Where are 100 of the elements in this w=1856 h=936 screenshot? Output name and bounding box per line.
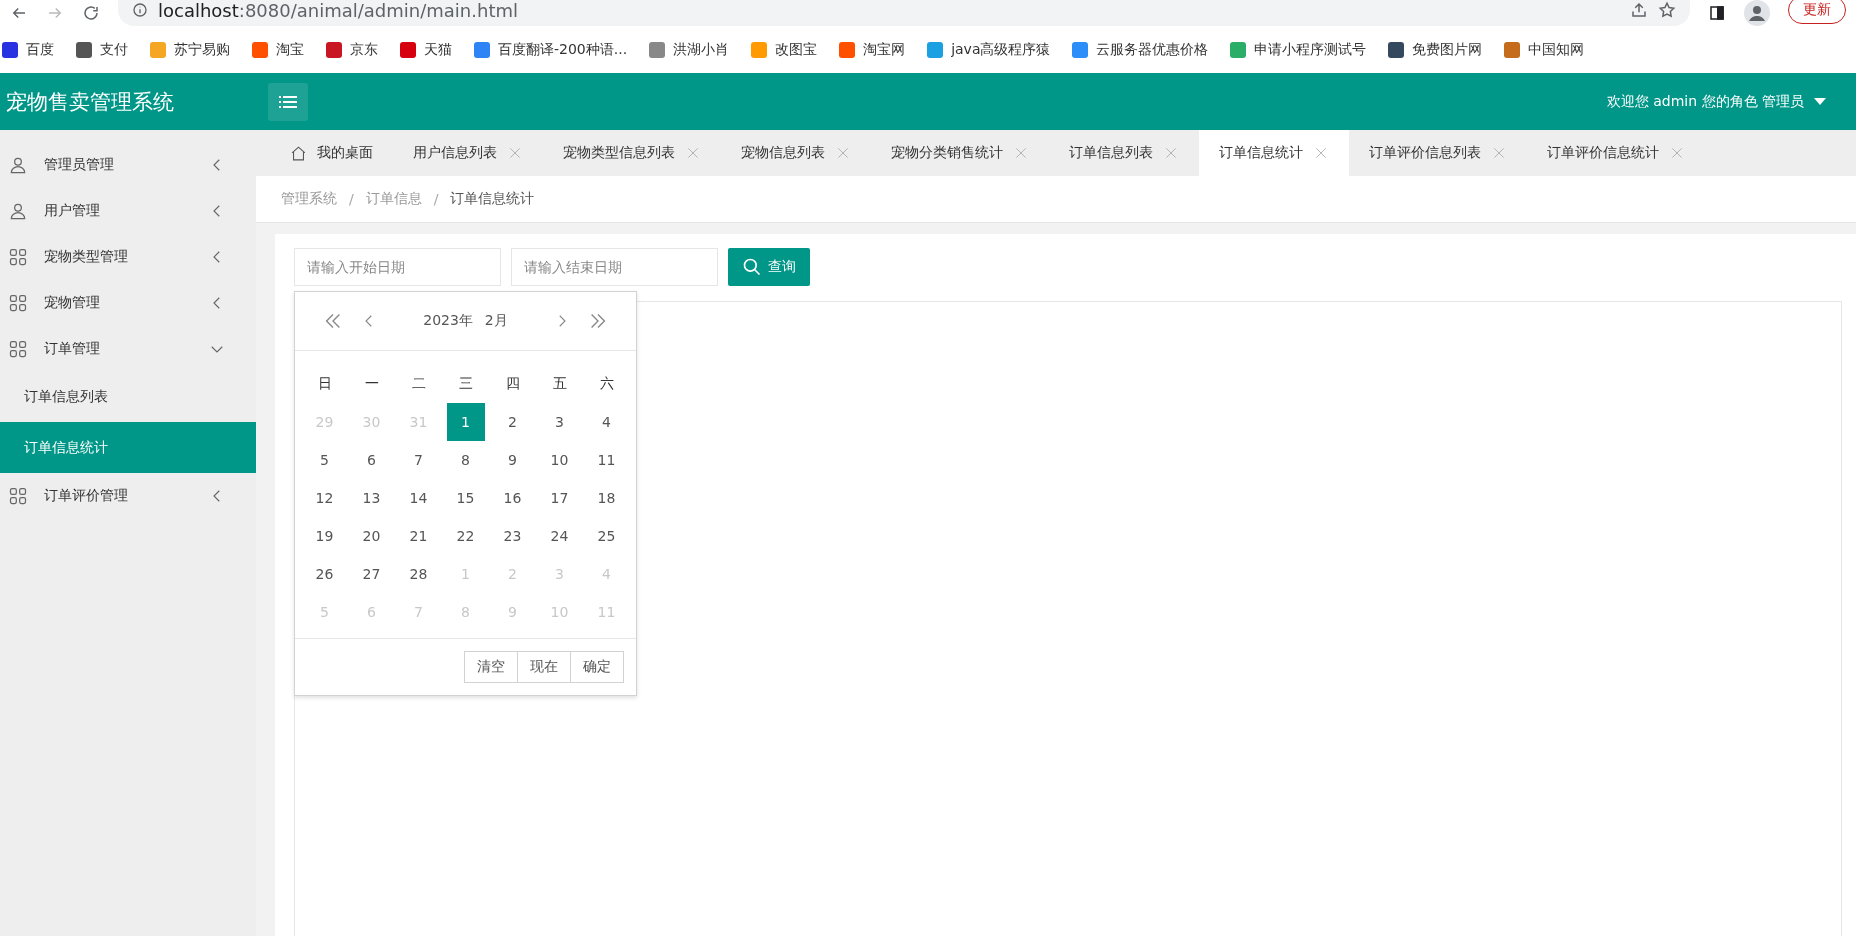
calendar-day[interactable]: 20 — [352, 517, 391, 555]
calendar-day[interactable]: 6 — [352, 441, 391, 479]
close-icon[interactable] — [835, 145, 851, 161]
tab[interactable]: 用户信息列表 — [393, 130, 543, 176]
tab[interactable]: 订单评价信息列表 — [1349, 130, 1527, 176]
tab-label: 订单评价信息统计 — [1547, 144, 1659, 162]
close-icon[interactable] — [1491, 145, 1507, 161]
url-text: localhost:8080/animal/admin/main.html — [158, 0, 518, 21]
close-icon[interactable] — [1013, 145, 1029, 161]
calendar-day[interactable]: 13 — [352, 479, 391, 517]
calendar-day[interactable]: 28 — [399, 555, 438, 593]
update-button[interactable]: 更新 — [1788, 0, 1846, 24]
calendar-day[interactable]: 2 — [493, 403, 532, 441]
calendar-day[interactable]: 27 — [352, 555, 391, 593]
calendar-day[interactable]: 4 — [587, 403, 626, 441]
bookmark[interactable]: 淘宝 — [252, 40, 304, 59]
weekday-label: 一 — [363, 374, 380, 393]
weekday-label: 日 — [316, 374, 333, 393]
home-icon — [290, 144, 307, 162]
close-icon[interactable] — [685, 145, 701, 161]
grid-icon — [8, 293, 28, 313]
year-label[interactable]: 2023年 — [423, 312, 473, 330]
bookmark[interactable]: 支付 — [76, 40, 128, 59]
calendar-day[interactable]: 22 — [446, 517, 485, 555]
tab[interactable]: 订单信息统计 — [1199, 130, 1349, 176]
calendar-day[interactable]: 19 — [305, 517, 344, 555]
sidebar-item[interactable]: 管理员管理 — [0, 142, 256, 188]
close-icon[interactable] — [1313, 145, 1329, 161]
sidebar-item[interactable]: 订单管理 — [0, 326, 256, 372]
weekday-label: 五 — [551, 374, 568, 393]
sidebar-item[interactable]: 宠物类型管理 — [0, 234, 256, 280]
calendar-day[interactable]: 10 — [540, 441, 579, 479]
tab-label: 宠物信息列表 — [741, 144, 825, 162]
picker-button[interactable]: 现在 — [517, 651, 571, 683]
calendar-day[interactable]: 23 — [493, 517, 532, 555]
calendar-day[interactable]: 8 — [446, 441, 485, 479]
sidebar-label: 订单评价管理 — [44, 487, 129, 505]
bookmark[interactable]: 云服务器优惠价格 — [1072, 40, 1209, 59]
calendar-day[interactable]: 5 — [305, 441, 344, 479]
calendar-day[interactable]: 1 — [446, 403, 485, 441]
close-icon[interactable] — [507, 145, 523, 161]
tab[interactable]: 订单信息列表 — [1049, 130, 1199, 176]
bookmark[interactable]: 京东 — [326, 40, 378, 59]
picker-button[interactable]: 确定 — [570, 651, 624, 683]
end-date-field[interactable]: 请输入结束日期 — [511, 248, 718, 286]
reload-icon[interactable] — [82, 4, 100, 22]
bookmark[interactable]: 改图宝 — [751, 40, 818, 59]
tab[interactable]: 我的桌面 — [270, 130, 393, 176]
calendar-day[interactable]: 14 — [399, 479, 438, 517]
bookmark[interactable]: 百度 — [2, 40, 54, 59]
sidebar-item[interactable]: 订单评价管理 — [0, 473, 256, 519]
calendar-day[interactable]: 11 — [587, 441, 626, 479]
bookmark[interactable]: java高级程序猿 — [927, 40, 1051, 59]
share-icon[interactable] — [1630, 1, 1648, 19]
calendar-day[interactable]: 16 — [493, 479, 532, 517]
tab[interactable]: 宠物信息列表 — [721, 130, 871, 176]
month-label[interactable]: 2月 — [484, 312, 508, 330]
bookmark[interactable]: 免费图片网 — [1388, 40, 1483, 59]
bookmark[interactable]: 苏宁易购 — [150, 40, 230, 59]
sidebar-item[interactable]: 宠物管理 — [0, 280, 256, 326]
calendar-day[interactable]: 24 — [540, 517, 579, 555]
profile-icon[interactable] — [1744, 0, 1770, 26]
bookmark[interactable]: 洪湖小肖 — [649, 40, 730, 59]
menu-button[interactable] — [268, 82, 308, 121]
calendar-day[interactable]: 25 — [587, 517, 626, 555]
calendar-day[interactable]: 26 — [305, 555, 344, 593]
caret-icon[interactable] — [1814, 97, 1826, 106]
bookmark[interactable]: 淘宝网 — [839, 40, 906, 59]
close-icon[interactable] — [1163, 145, 1179, 161]
tab-label: 用户信息列表 — [413, 144, 497, 162]
sidebar-subitem[interactable]: 订单信息列表 — [0, 372, 256, 422]
calendar-day[interactable]: 12 — [305, 479, 344, 517]
start-date-field[interactable]: 请输入开始日期 — [294, 248, 501, 286]
bookmark[interactable]: 天猫 — [400, 40, 452, 59]
calendar-day[interactable]: 7 — [399, 441, 438, 479]
close-icon[interactable] — [1669, 145, 1685, 161]
bookmark[interactable]: 百度翻译-200种语... — [474, 40, 628, 59]
address-bar[interactable]: localhost:8080/animal/admin/main.html — [118, 0, 1690, 26]
calendar-day[interactable]: 17 — [540, 479, 579, 517]
star-icon[interactable] — [1658, 1, 1676, 19]
tab[interactable]: 宠物类型信息列表 — [543, 130, 721, 176]
breadcrumb-separator: / — [433, 191, 439, 207]
tab[interactable]: 订单评价信息统计 — [1527, 130, 1705, 176]
calendar-day[interactable]: 21 — [399, 517, 438, 555]
bookmark[interactable]: 申请小程序测试号 — [1230, 40, 1367, 59]
search-button[interactable]: 查询 — [728, 248, 810, 286]
tab-label: 宠物类型信息列表 — [563, 144, 675, 162]
user-greeting[interactable]: 欢迎您 admin 您的角色 管理员 — [1606, 92, 1804, 111]
calendar-day[interactable]: 18 — [587, 479, 626, 517]
breadcrumb-item: 订单信息统计 — [450, 190, 535, 208]
picker-button[interactable]: 清空 — [464, 651, 518, 683]
bookmark[interactable]: 中国知网 — [1504, 40, 1585, 59]
sidebar-item[interactable]: 用户管理 — [0, 188, 256, 234]
tab[interactable]: 宠物分类销售统计 — [871, 130, 1049, 176]
calendar-day[interactable]: 9 — [493, 441, 532, 479]
calendar-day[interactable]: 3 — [540, 403, 579, 441]
sidebar-subitem[interactable]: 订单信息统计 — [0, 422, 256, 473]
side-panel-icon[interactable] — [1708, 4, 1726, 22]
calendar-day[interactable]: 15 — [446, 479, 485, 517]
info-icon — [132, 2, 148, 18]
